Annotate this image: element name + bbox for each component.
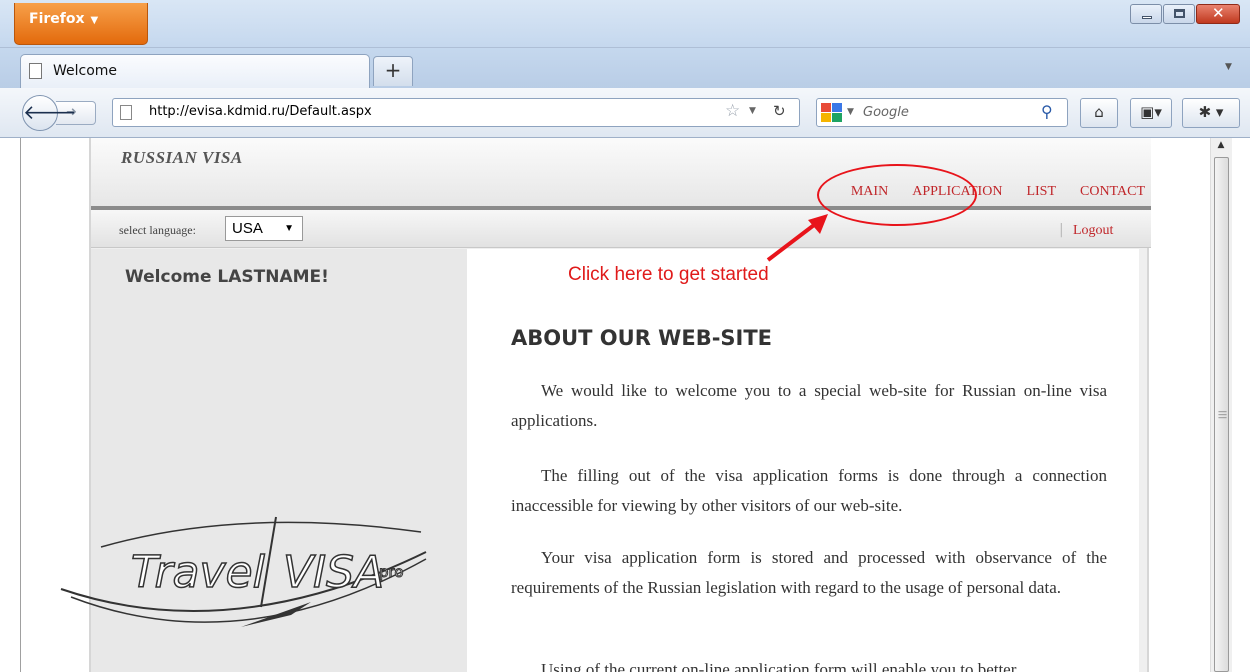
chevron-down-icon: ▼ xyxy=(284,223,294,234)
back-button[interactable]: 🡐 xyxy=(22,95,77,131)
logout-separator: | xyxy=(1059,222,1064,238)
welcome-message: Welcome LASTNAME! xyxy=(125,267,329,287)
new-tab-button[interactable]: + xyxy=(373,56,413,86)
navigation-toolbar: ➜ 🡐 http://evisa.kdmid.ru/Default.aspx ☆… xyxy=(0,88,1250,138)
bookmark-star-icon[interactable]: ☆ xyxy=(725,101,740,121)
addon-icon: ✱ ▾ xyxy=(1198,103,1224,121)
minimize-icon xyxy=(1142,16,1152,19)
nav-contact-link[interactable]: CONTACT xyxy=(1080,184,1145,199)
main-content: ABOUT OUR WEB-SITE We would like to welc… xyxy=(467,249,1139,672)
page-heading: ABOUT OUR WEB-SITE xyxy=(511,326,773,350)
scroll-up-arrow-icon[interactable]: ▲ xyxy=(1213,140,1229,156)
scroll-thumb[interactable]: — — — xyxy=(1214,157,1229,672)
chevron-down-icon: ▼ xyxy=(90,15,99,26)
firefox-menu-button[interactable]: Firefox ▼ xyxy=(14,3,148,45)
firefox-menu-label: Firefox xyxy=(29,11,85,27)
watermark-word-1: Travel xyxy=(131,547,266,598)
minimize-button[interactable] xyxy=(1130,4,1162,24)
tab-title: Welcome xyxy=(53,63,118,79)
watermark-word-3: pro xyxy=(379,563,404,581)
language-bar: select language: USA ▼ | Logout xyxy=(91,210,1151,248)
addon-button[interactable]: ✱ ▾ xyxy=(1182,98,1240,128)
url-bar[interactable]: http://evisa.kdmid.ru/Default.aspx ☆ ▼ ↻ xyxy=(112,98,800,127)
annotation-highlight-ellipse xyxy=(817,164,977,226)
language-value: USA xyxy=(232,220,263,237)
paragraph: Your visa application form is stored and… xyxy=(511,548,1107,597)
vertical-scrollbar[interactable]: ▲ — — — xyxy=(1210,138,1232,672)
search-input[interactable]: Google xyxy=(863,105,909,120)
page-viewport: RUSSIAN VISA MAIN APPLICATION LIST CONTACT … xyxy=(20,138,1230,672)
back-forward-group: ➜ 🡐 xyxy=(22,95,100,131)
home-button[interactable]: ⌂ xyxy=(1080,98,1118,128)
grip-icon: — — — xyxy=(1218,407,1227,423)
paragraph: The filling out of the visa application … xyxy=(511,466,1107,515)
window-titlebar: Firefox ▼ ✕ xyxy=(0,0,1250,48)
logout-link[interactable]: Logout xyxy=(1073,223,1113,239)
google-icon[interactable] xyxy=(821,103,843,123)
language-select[interactable]: USA ▼ xyxy=(225,216,303,241)
site-header: RUSSIAN VISA MAIN APPLICATION LIST CONTACT xyxy=(91,138,1151,208)
site-container: RUSSIAN VISA MAIN APPLICATION LIST CONTACT … xyxy=(60,138,1151,672)
tab-welcome[interactable]: Welcome xyxy=(20,54,370,88)
tab-list-chevron-icon[interactable]: ▼ xyxy=(1225,62,1232,72)
page-icon xyxy=(29,63,42,79)
close-window-button[interactable]: ✕ xyxy=(1196,4,1240,24)
page-icon xyxy=(120,105,132,120)
site-logo[interactable]: RUSSIAN VISA xyxy=(121,148,243,168)
annotation-label: Click here to get started xyxy=(568,264,769,285)
tab-strip: Welcome + xyxy=(0,48,1250,88)
back-arrow-icon: 🡐 xyxy=(23,100,77,124)
nav-list-link[interactable]: LIST xyxy=(1026,184,1056,199)
language-label: select language: xyxy=(119,223,196,237)
paragraph: Using of the current on-line application… xyxy=(541,660,1017,672)
left-sidebar: Welcome LASTNAME! Travel VISA pro xyxy=(60,249,467,672)
home-icon: ⌂ xyxy=(1094,103,1104,121)
watermark-word-2: VISA xyxy=(283,547,384,598)
maximize-icon xyxy=(1174,9,1185,18)
travel-visa-pro-watermark: Travel VISA pro xyxy=(60,516,427,627)
search-engine-dropdown-icon[interactable]: ▼ xyxy=(847,107,854,117)
url-text[interactable]: http://evisa.kdmid.ru/Default.aspx xyxy=(149,104,372,119)
search-bar[interactable]: ▼ Google ⚲ xyxy=(816,98,1068,127)
close-icon: ✕ xyxy=(1212,4,1225,22)
maximize-button[interactable] xyxy=(1163,4,1195,24)
bookmarks-button[interactable]: ▣▾ xyxy=(1130,98,1172,128)
bookmarks-icon: ▣▾ xyxy=(1140,103,1162,121)
search-icon[interactable]: ⚲ xyxy=(1041,102,1053,121)
history-dropdown-icon[interactable]: ▼ xyxy=(749,106,756,116)
paragraph: We would like to welcome you to a specia… xyxy=(511,381,1107,430)
reload-icon[interactable]: ↻ xyxy=(773,102,786,120)
